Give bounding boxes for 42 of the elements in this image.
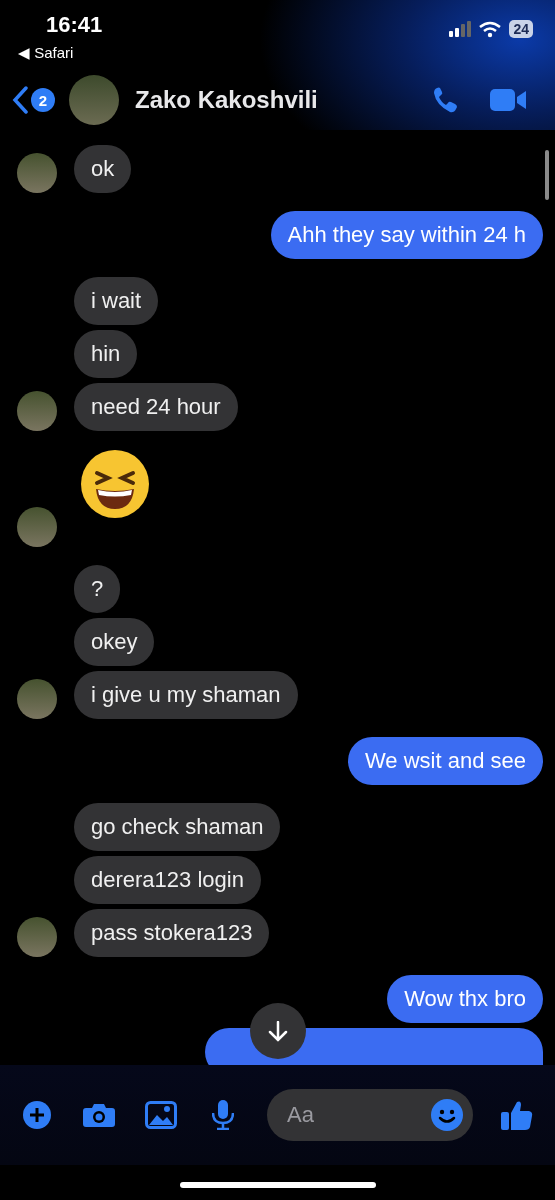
message-bubble: hin <box>74 330 138 378</box>
message-input-field[interactable]: Aa <box>267 1089 473 1141</box>
camera-icon <box>83 1101 115 1129</box>
back-to-app-link[interactable]: ◀ Safari <box>18 44 74 62</box>
video-camera-icon <box>490 87 527 113</box>
message-bubble: Wow thx bro <box>387 975 543 1023</box>
message-bubble: Ahh they say within 24 h <box>270 211 543 259</box>
avatar-photo <box>17 507 57 547</box>
battery-level: 24 <box>509 20 533 38</box>
plus-icon <box>23 1101 51 1129</box>
message-bubble: ok <box>74 145 132 193</box>
contact-name[interactable]: Zako Kakoshvili <box>135 86 432 114</box>
avatar-photo <box>17 917 57 957</box>
message-bubble: derera123 login <box>74 856 261 904</box>
phone-icon <box>432 86 460 114</box>
wifi-icon <box>479 20 502 38</box>
down-arrow-icon <box>268 1020 288 1042</box>
status-time: 16:41 <box>46 12 103 38</box>
message-bubble: need 24 hour <box>74 383 238 431</box>
signal-icon <box>449 21 472 37</box>
avatar-photo[interactable] <box>69 75 119 125</box>
unread-count: 2 <box>31 88 55 112</box>
scroll-down-button[interactable] <box>250 1003 306 1059</box>
laughing-emoji-icon <box>80 449 150 519</box>
message-bubble: i wait <box>74 277 159 325</box>
message-bubble: pass stokera123 <box>74 909 270 957</box>
smiley-icon <box>431 1099 463 1131</box>
scrollbar <box>545 150 549 200</box>
avatar-photo <box>17 679 57 719</box>
message-bubble: We wsit and see <box>348 737 543 785</box>
thumbs-up-icon <box>501 1099 533 1131</box>
chevron-left-icon <box>12 86 29 114</box>
text-input[interactable]: Aa <box>287 1102 431 1128</box>
avatar-photo <box>17 391 57 431</box>
message-bubble: go check shaman <box>74 803 281 851</box>
microphone-icon <box>212 1100 234 1130</box>
back-button[interactable]: 2 <box>12 86 55 114</box>
message-bubble: i give u my shaman <box>74 671 298 719</box>
message-bubble: okey <box>74 618 155 666</box>
message-bubble: ? <box>74 565 121 613</box>
image-icon <box>145 1101 177 1129</box>
avatar-photo <box>17 153 57 193</box>
